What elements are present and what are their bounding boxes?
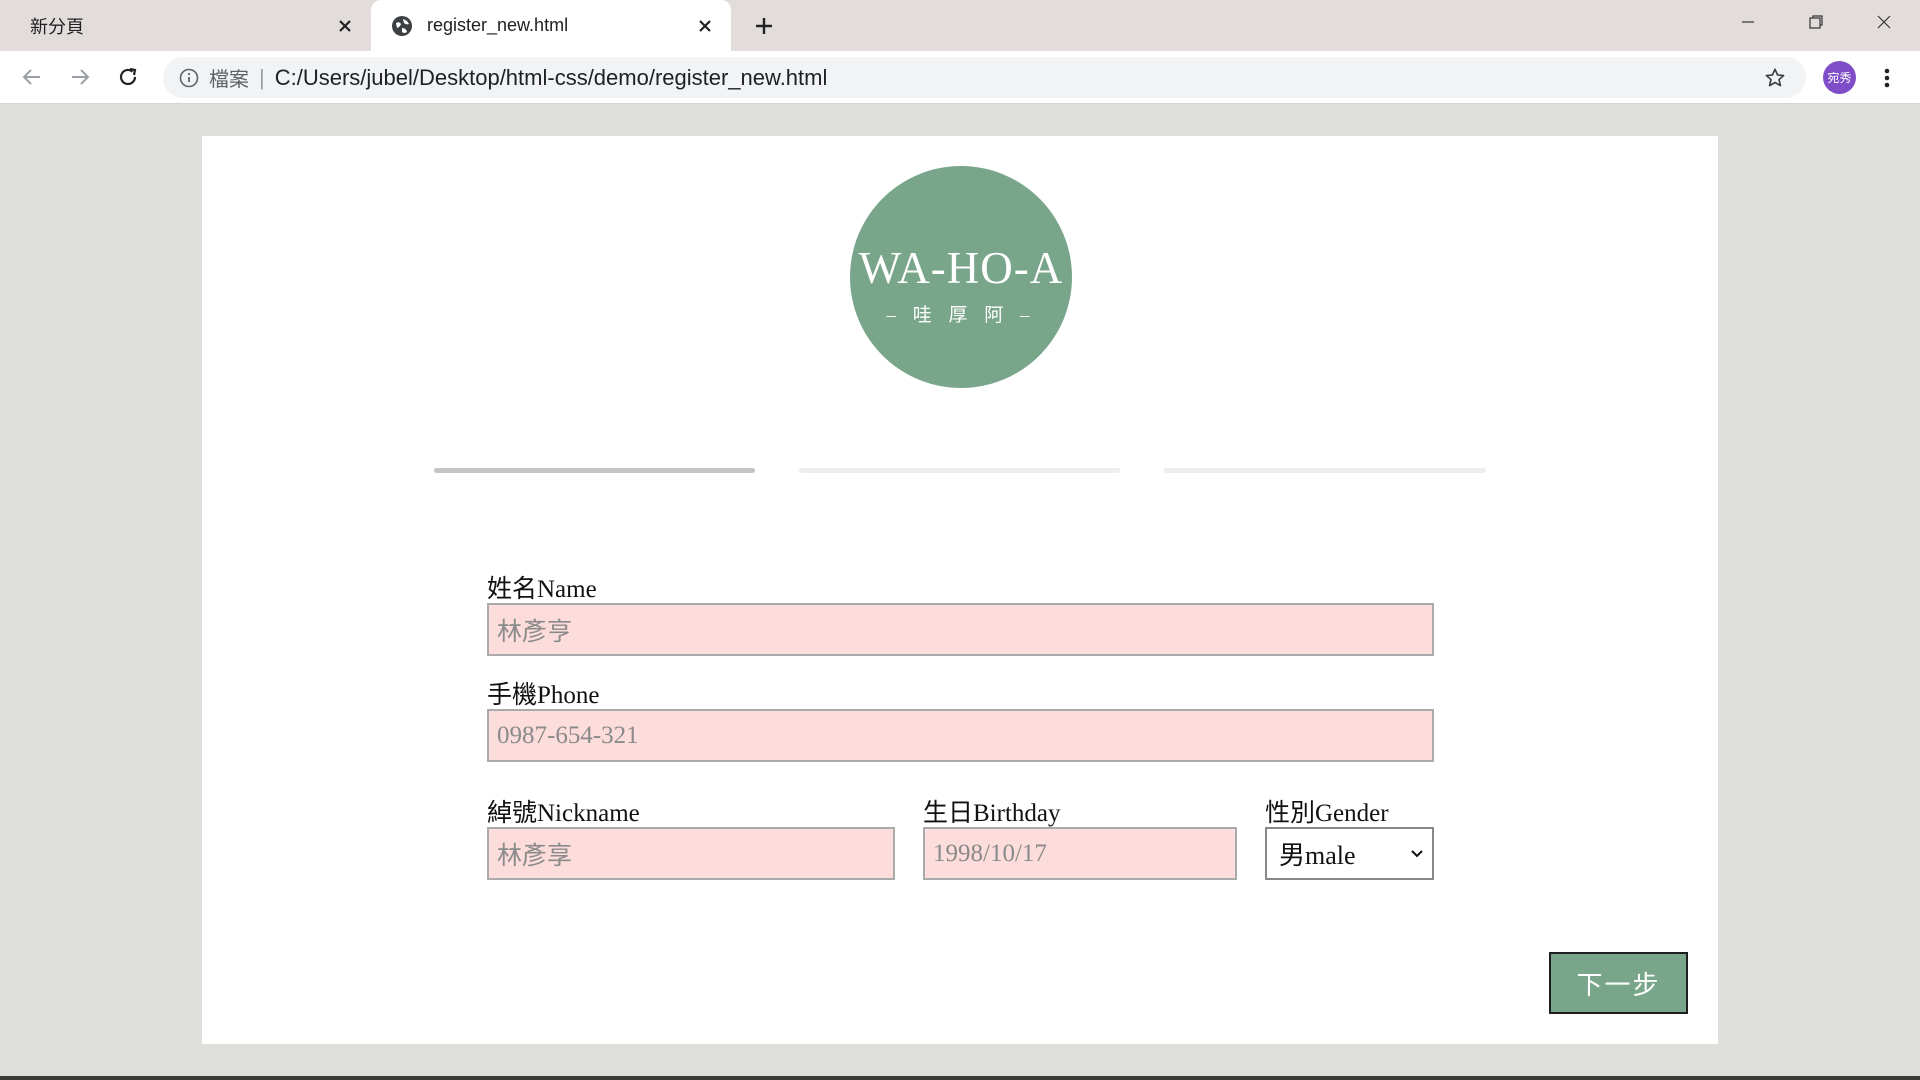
- chevron-down-icon: [1411, 849, 1423, 857]
- new-tab-button[interactable]: [748, 10, 780, 42]
- info-icon[interactable]: [177, 66, 201, 90]
- globe-icon: [392, 15, 412, 36]
- birthday-label: 生日Birthday: [923, 800, 1061, 827]
- kebab-menu-icon[interactable]: [1870, 61, 1904, 95]
- profile-avatar[interactable]: 宛秀: [1823, 61, 1856, 94]
- close-icon[interactable]: [691, 12, 719, 40]
- reload-icon: [119, 67, 137, 86]
- omnibox-separator: |: [259, 64, 265, 90]
- brand-logo: WA-HO-A – 哇 厚 阿 –: [850, 166, 1072, 388]
- progress-step-1: [434, 468, 755, 473]
- browser-toolbar: 檔案 | C:/Users/jubel/Desktop/html-css/dem…: [0, 51, 1920, 104]
- browser-tab-bar: 新分頁 register_new.html: [0, 0, 1920, 51]
- next-step-button[interactable]: 下一步: [1549, 952, 1688, 1014]
- restore-button[interactable]: [1782, 0, 1850, 44]
- register-card: WA-HO-A – 哇 厚 阿 – 姓名Name 林彥亨 手機Phone 098…: [202, 136, 1718, 1044]
- logo-title: WA-HO-A: [858, 243, 1064, 293]
- url-text[interactable]: C:/Users/jubel/Desktop/html-css/demo/reg…: [275, 65, 1758, 91]
- minimize-icon: [1742, 21, 1754, 23]
- forward-icon: [72, 69, 90, 85]
- tab-label: register_new.html: [427, 15, 569, 35]
- gender-label: 性別Gender: [1265, 800, 1389, 827]
- progress-step-3: [1164, 468, 1486, 473]
- tab-label: 新分頁: [30, 16, 84, 37]
- back-button[interactable]: [14, 59, 50, 95]
- birthday-input[interactable]: 1998/10/17: [923, 827, 1237, 880]
- minimize-button[interactable]: [1714, 0, 1782, 44]
- nickname-input[interactable]: 林彥享: [487, 827, 895, 880]
- tab-register[interactable]: register_new.html: [371, 0, 731, 51]
- progress-step-2: [799, 468, 1120, 473]
- close-icon[interactable]: [331, 12, 359, 40]
- phone-input[interactable]: 0987-654-321: [487, 709, 1434, 762]
- close-window-button[interactable]: [1850, 0, 1918, 44]
- taskbar-edge: [0, 1076, 1920, 1080]
- restore-icon: [1809, 15, 1823, 29]
- gender-selected-value: 男male: [1279, 841, 1356, 870]
- tab-new-tab[interactable]: 新分頁: [0, 0, 371, 51]
- plus-icon: [756, 18, 772, 34]
- address-bar[interactable]: 檔案 | C:/Users/jubel/Desktop/html-css/dem…: [163, 57, 1806, 98]
- reload-button[interactable]: [110, 59, 146, 95]
- name-label: 姓名Name: [487, 576, 597, 603]
- star-icon[interactable]: [1758, 61, 1792, 95]
- name-input[interactable]: 林彥亨: [487, 603, 1434, 656]
- logo-subtitle: – 哇 厚 阿 –: [886, 305, 1036, 326]
- forward-button[interactable]: [62, 59, 98, 95]
- nickname-label: 綽號Nickname: [487, 800, 640, 827]
- gender-select[interactable]: 男male: [1265, 827, 1434, 880]
- close-icon: [1877, 15, 1891, 29]
- scheme-label: 檔案: [209, 69, 249, 91]
- phone-label: 手機Phone: [487, 682, 600, 709]
- back-icon: [22, 69, 40, 85]
